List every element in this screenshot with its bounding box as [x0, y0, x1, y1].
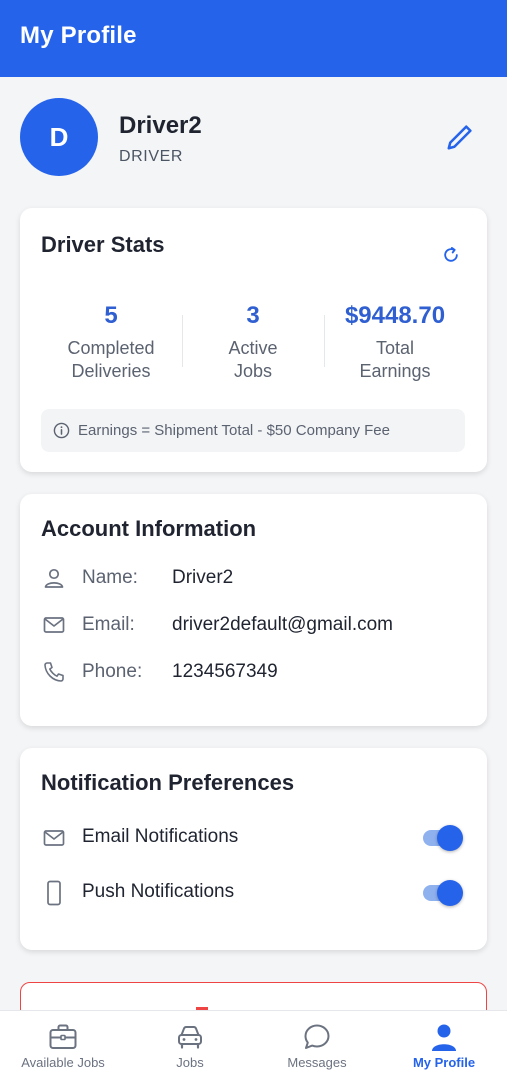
- tab-label: My Profile: [412, 1055, 476, 1070]
- account-row-phone: Phone: 1234567349: [41, 657, 278, 687]
- notification-preferences-card: Notification Preferences Email Notificat…: [20, 748, 487, 950]
- tab-messages[interactable]: Messages: [254, 1011, 380, 1080]
- tab-available-jobs[interactable]: Available Jobs: [0, 1011, 126, 1080]
- account-row-name: Name: Driver2: [41, 563, 233, 593]
- profile-name: Driver2: [119, 112, 202, 139]
- phone-icon: [41, 659, 67, 685]
- account-value: 1234567349: [172, 661, 278, 682]
- account-value: Driver2: [172, 567, 234, 588]
- user-icon: [41, 565, 67, 591]
- mail-icon: [41, 825, 67, 851]
- email-notifications-toggle[interactable]: [421, 825, 465, 851]
- tab-label: Available Jobs: [21, 1055, 105, 1070]
- push-notifications-toggle[interactable]: [421, 880, 465, 906]
- stat-completed-deliveries: 5 Completed Deliveries: [40, 300, 182, 383]
- account-information-card: Account Information Name: Driver2 Email:…: [20, 494, 487, 726]
- tab-my-profile[interactable]: My Profile: [381, 1011, 507, 1080]
- toggle-knob: [437, 825, 463, 851]
- bottom-tab-bar: Available Jobs Jobs Messages My Profile: [0, 1010, 507, 1080]
- tab-label: Messages: [287, 1055, 347, 1070]
- page-title: My Profile: [20, 22, 137, 49]
- person-icon: [428, 1021, 460, 1053]
- stat-total-earnings: $9448.70 Total Earnings: [324, 300, 466, 383]
- stat-value: 3: [246, 302, 260, 329]
- account-value: driver2default@gmail.com: [172, 614, 393, 635]
- stat-label: Active Jobs: [228, 338, 278, 381]
- tab-label: Jobs: [176, 1055, 204, 1070]
- refresh-icon: [444, 247, 458, 262]
- stat-value: 5: [104, 302, 118, 329]
- briefcase-icon: [47, 1021, 79, 1053]
- earnings-note-text: Earnings = Shipment Total - $50 Company …: [78, 422, 390, 439]
- tab-jobs[interactable]: Jobs: [127, 1011, 253, 1080]
- notification-row-email: Email Notifications: [41, 818, 465, 858]
- toggle-knob: [437, 880, 463, 906]
- info-icon: [53, 422, 70, 439]
- notification-row-push: Push Notifications: [41, 873, 465, 913]
- profile-role: DRIVER: [119, 148, 184, 165]
- mail-icon: [41, 612, 67, 638]
- stat-active-jobs: 3 Active Jobs: [182, 300, 324, 383]
- chat-bubble-icon: [301, 1021, 333, 1053]
- account-label: Name:: [82, 567, 138, 588]
- car-icon: [174, 1021, 206, 1053]
- pencil-icon: [447, 125, 472, 150]
- notification-preferences-title: Notification Preferences: [41, 770, 295, 795]
- account-label: Email:: [82, 614, 135, 635]
- notification-label: Push Notifications: [82, 881, 235, 902]
- profile-summary: D Driver2 DRIVER: [0, 77, 507, 197]
- driver-stats-title: Driver Stats: [41, 232, 165, 257]
- notification-label: Email Notifications: [82, 826, 239, 847]
- account-label: Phone:: [82, 661, 143, 682]
- app-header: My Profile: [0, 0, 507, 77]
- account-information-title: Account Information: [41, 516, 257, 541]
- earnings-note: Earnings = Shipment Total - $50 Company …: [41, 409, 465, 452]
- refresh-stats-button[interactable]: [436, 240, 466, 270]
- driver-stats-card: Driver Stats 5 Completed Deliveries 3 Ac…: [20, 208, 487, 472]
- edit-profile-button[interactable]: [440, 117, 480, 157]
- avatar: D: [20, 98, 98, 176]
- smartphone-icon: [41, 880, 67, 906]
- stat-label: Total Earnings: [359, 338, 431, 381]
- stat-label: Completed Deliveries: [67, 338, 155, 381]
- stat-value: $9448.70: [344, 302, 446, 329]
- account-row-email: Email: driver2default@gmail.com: [41, 610, 393, 640]
